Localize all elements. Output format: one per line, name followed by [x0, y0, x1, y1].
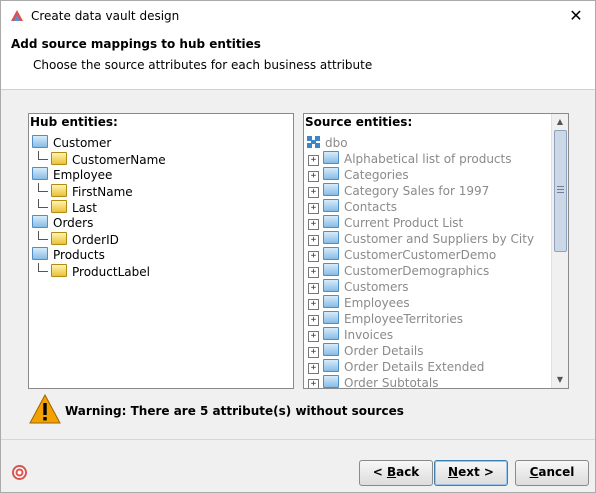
hub-tree-item[interactable]: CustomerName [38, 151, 166, 167]
source-tree-item[interactable]: + Contacts [308, 199, 397, 215]
hub-tree-item[interactable]: Products [32, 247, 105, 263]
app-icon [11, 10, 23, 21]
footer-divider [1, 439, 595, 440]
source-tree-item[interactable]: + Order Details Extended [308, 359, 484, 375]
expand-icon[interactable]: + [308, 379, 319, 388]
scroll-up-icon[interactable]: ▲ [552, 114, 568, 130]
source-tree-item[interactable]: + CustomerDemographics [308, 263, 489, 279]
vertical-scrollbar[interactable]: ▲ ▼ [551, 114, 568, 388]
scroll-down-icon[interactable]: ▼ [552, 372, 568, 388]
source-tree-item[interactable]: + Order Subtotals [308, 375, 438, 388]
cancel-button[interactable]: Cancel [515, 460, 589, 486]
folder-icon [32, 167, 48, 180]
folder-icon [323, 231, 339, 244]
window-title: Create data vault design [31, 9, 180, 23]
expand-icon[interactable]: + [308, 155, 319, 166]
expand-icon[interactable]: + [308, 347, 319, 358]
source-entities-label: Source entities: [305, 115, 413, 129]
folder-icon [32, 247, 48, 260]
expand-icon[interactable]: + [308, 363, 319, 374]
source-tree-item[interactable]: + Order Details [308, 343, 424, 359]
folder-icon [323, 167, 339, 180]
back-button[interactable]: < Back [359, 460, 433, 486]
source-tree-item[interactable]: + Current Product List [308, 215, 463, 231]
scroll-thumb[interactable] [554, 130, 567, 252]
hub-tree-item[interactable]: ProductLabel [38, 263, 150, 279]
expand-icon[interactable]: + [308, 283, 319, 294]
dialog-window: Create data vault design ✕ Add source ma… [0, 0, 596, 493]
panel-splitter[interactable] [295, 113, 303, 389]
folder-icon [323, 183, 339, 196]
folder-icon [323, 215, 339, 228]
source-tree-item[interactable]: + CustomerCustomerDemo [308, 247, 496, 263]
expand-icon[interactable]: + [308, 187, 319, 198]
source-tree-root[interactable]: dbo [307, 135, 348, 151]
folder-icon [323, 375, 339, 388]
folder-icon [323, 279, 339, 292]
folder-icon [32, 135, 48, 148]
hub-entities-panel[interactable]: Hub entities: Customer CustomerName Empl… [28, 113, 294, 389]
close-icon[interactable]: ✕ [561, 3, 591, 29]
hub-tree-item[interactable]: Customer [32, 135, 111, 151]
folder-icon [323, 295, 339, 308]
source-entities-panel[interactable]: Source entities: dbo + Alphabetical list … [303, 113, 569, 389]
source-tree-item[interactable]: + Customer and Suppliers by City [308, 231, 534, 247]
source-tree-item[interactable]: + Employees [308, 295, 410, 311]
expand-icon[interactable]: + [308, 235, 319, 246]
folder-icon [32, 215, 48, 228]
folder-icon [323, 247, 339, 260]
wizard-header: Add source mappings to hub entities Choo… [1, 31, 595, 90]
folder-icon [323, 343, 339, 356]
warning-message: Warning: There are 5 attribute(s) withou… [65, 404, 404, 418]
hub-entities-label: Hub entities: [30, 115, 118, 129]
expand-icon[interactable]: + [308, 251, 319, 262]
hub-tree-item[interactable]: Last [38, 199, 97, 215]
hub-tree-item[interactable]: Employee [32, 167, 112, 183]
warning-icon [29, 394, 61, 424]
attribute-icon [51, 264, 67, 277]
hub-tree-item[interactable]: OrderID [38, 231, 119, 247]
expand-icon[interactable]: + [308, 267, 319, 278]
folder-icon [323, 263, 339, 276]
schema-icon [307, 136, 320, 148]
expand-icon[interactable]: + [308, 171, 319, 182]
source-tree-item[interactable]: + Categories [308, 167, 409, 183]
source-tree-item[interactable]: + Alphabetical list of products [308, 151, 511, 167]
attribute-icon [51, 232, 67, 245]
source-tree-item[interactable]: + Invoices [308, 327, 393, 343]
title-bar: Create data vault design ✕ [1, 1, 595, 31]
expand-icon[interactable]: + [308, 203, 319, 214]
hub-tree-item[interactable]: Orders [32, 215, 93, 231]
page-title: Add source mappings to hub entities [11, 37, 261, 51]
expand-icon[interactable]: + [308, 315, 319, 326]
source-tree: dbo + Alphabetical list of products + Cate… [304, 135, 551, 388]
source-tree-item[interactable]: + EmployeeTerritories [308, 311, 463, 327]
expand-icon[interactable]: + [308, 299, 319, 310]
folder-icon [323, 311, 339, 324]
hub-tree-item[interactable]: FirstName [38, 183, 133, 199]
source-tree-item[interactable]: + Category Sales for 1997 [308, 183, 489, 199]
attribute-icon [51, 200, 67, 213]
expand-icon[interactable]: + [308, 219, 319, 230]
folder-icon [323, 199, 339, 212]
attribute-icon [51, 152, 67, 165]
source-tree-item[interactable]: + Customers [308, 279, 409, 295]
next-button[interactable]: Next > [434, 460, 508, 486]
folder-icon [323, 359, 339, 372]
page-subtitle: Choose the source attributes for each bu… [33, 58, 373, 72]
attribute-icon [51, 184, 67, 197]
expand-icon[interactable]: + [308, 331, 319, 342]
help-icon[interactable] [12, 465, 27, 480]
folder-icon [323, 151, 339, 164]
folder-icon [323, 327, 339, 340]
